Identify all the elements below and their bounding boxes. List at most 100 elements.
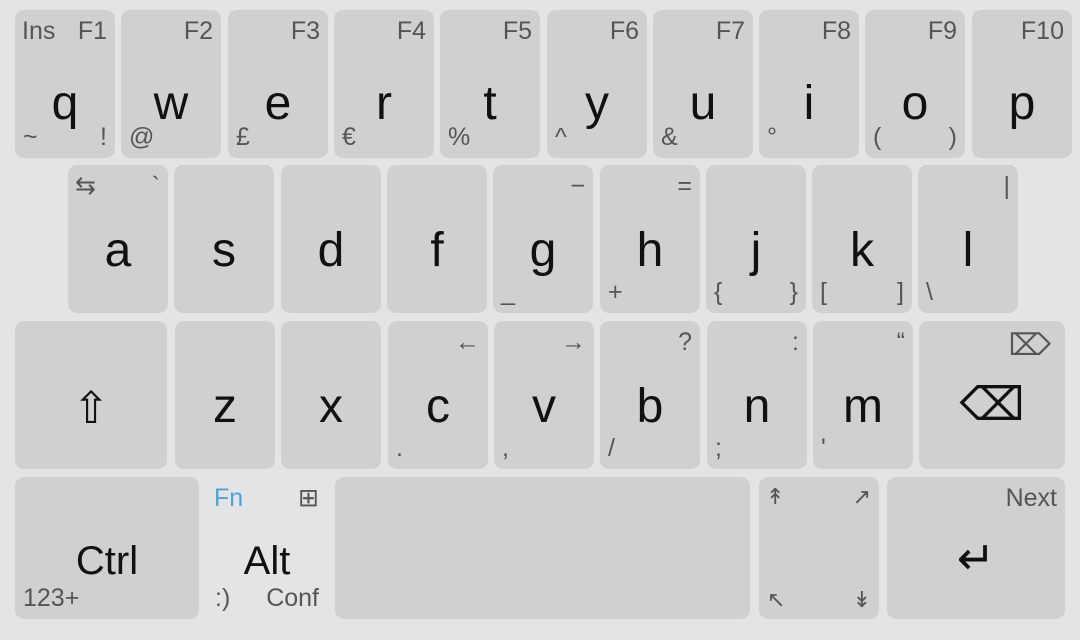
key-e-label: e [264, 77, 292, 130]
alt-key-top-right-label: ⊞ [298, 484, 319, 512]
navigation-key-top-right-label: ↗ [852, 484, 871, 509]
key-q-top-left-label: Ins [22, 17, 56, 45]
backspace-icon: ⌫ [959, 378, 1025, 430]
shift-key[interactable]: ⇧ [15, 321, 167, 469]
alt-key[interactable]: Alt Fn ⊞:) Conf [207, 477, 327, 619]
key-d[interactable]: d [281, 165, 381, 313]
key-p-top-right-label: F10 [1020, 17, 1064, 45]
key-j-bottom-left-label: { [714, 278, 723, 306]
key-h-top-right-label: = [677, 172, 692, 200]
space-key[interactable] [335, 477, 750, 619]
key-v-label: v [532, 380, 556, 433]
key-a[interactable]: a ⇆ ` [68, 165, 168, 313]
key-q-bottom-right-label: ! [100, 123, 107, 151]
key-m-label: m [843, 380, 883, 433]
key-r-top-right-label: F4 [396, 17, 426, 45]
key-w[interactable]: w F2 @ [121, 10, 221, 158]
key-a-label: a [104, 224, 132, 277]
key-s-label: s [212, 224, 236, 277]
key-f[interactable]: f [387, 165, 487, 313]
key-r[interactable]: r F4 € [334, 10, 434, 158]
key-e-top-right-label: F3 [290, 17, 320, 45]
key-r-bottom-left-label: € [342, 123, 356, 151]
key-n-bottom-left-label: ; [715, 434, 722, 462]
ctrl-key[interactable]: Ctrl 123+ [15, 477, 199, 619]
key-x-label: x [319, 380, 343, 433]
key-q[interactable]: q Ins F1 ~! [15, 10, 115, 158]
alt-key-bottom-right-label: Conf [266, 584, 319, 612]
key-d-label: d [317, 224, 345, 277]
key-e[interactable]: e F3 £ [228, 10, 328, 158]
key-z-label: z [213, 380, 237, 433]
key-h-label: h [636, 224, 664, 277]
delete-forward-icon: ⌦ [1008, 329, 1051, 362]
navigation-key-top-left-label: ↟ [766, 484, 785, 509]
key-i[interactable]: i F8 ° [759, 10, 859, 158]
key-o-bottom-right-label: ) [948, 123, 957, 151]
shift-key-label: ⇧ [72, 384, 110, 433]
key-q-bottom-left-label: ~ [23, 123, 38, 151]
key-j-bottom-right-label: } [789, 278, 798, 306]
navigation-key-bottom-left-label: ↖ [767, 587, 786, 612]
backspace-key[interactable]: ⌦ ⌫ [919, 321, 1065, 469]
ctrl-key-label: Ctrl [75, 539, 139, 583]
key-w-top-right-label: F2 [183, 17, 213, 45]
key-b-bottom-left-label: / [608, 434, 615, 462]
key-m-top-right-label: “ [896, 328, 905, 356]
key-a-top-left-label: ⇆ [75, 172, 96, 200]
key-g-label: g [529, 224, 557, 277]
navigation-key-bottom-right-label: ↡ [852, 587, 871, 612]
key-b-top-right-label: ? [678, 328, 692, 356]
key-p[interactable]: p F10 [972, 10, 1072, 158]
key-j-label: j [750, 224, 762, 277]
key-b-label: b [636, 380, 664, 433]
navigation-key[interactable]: ↟ ↗ ↖ ↡ [759, 477, 879, 619]
key-m[interactable]: m “ ' [813, 321, 913, 469]
key-c[interactable]: c ←. [388, 321, 488, 469]
key-f-label: f [430, 224, 444, 277]
key-n-label: n [743, 380, 771, 433]
key-o-label: o [901, 77, 929, 130]
alt-key-bottom-left-label: :) [215, 584, 231, 612]
key-z[interactable]: z [175, 321, 275, 469]
key-l-top-right-label: | [1003, 172, 1011, 200]
enter-key[interactable]: ↵ Next [887, 477, 1065, 619]
key-s[interactable]: s [174, 165, 274, 313]
key-c-bottom-left-label: . [396, 434, 403, 462]
key-j[interactable]: j {} [706, 165, 806, 313]
key-b[interactable]: b? / [600, 321, 700, 469]
key-t-top-right-label: F5 [502, 17, 532, 45]
alt-key-label: Alt [243, 539, 291, 583]
key-t[interactable]: t F5% [440, 10, 540, 158]
key-n[interactable]: n:; [707, 321, 807, 469]
key-u-bottom-left-label: & [661, 123, 678, 151]
key-m-bottom-left-label: ' [821, 434, 826, 462]
key-r-label: r [376, 77, 392, 130]
key-k[interactable]: k [] [812, 165, 912, 313]
key-l[interactable]: l | \ [918, 165, 1018, 313]
key-a-top-right-label: ` [151, 172, 160, 200]
key-q-top-right-label: F1 [77, 17, 107, 45]
key-p-label: p [1008, 77, 1036, 130]
key-x[interactable]: x [281, 321, 381, 469]
key-q-label: q [51, 77, 79, 130]
key-i-bottom-left-label: ° [767, 123, 777, 151]
key-h[interactable]: h = + [600, 165, 700, 313]
key-o[interactable]: o F9 () [865, 10, 965, 158]
key-n-top-right-label: : [792, 328, 799, 356]
alt-key-top-left-label: Fn [214, 484, 244, 512]
key-l-bottom-left-label: \ [926, 278, 933, 306]
key-g[interactable]: g − _ [493, 165, 593, 313]
key-w-label: w [153, 77, 189, 130]
key-g-bottom-left-label: _ [501, 278, 515, 306]
key-u-top-right-label: F7 [715, 17, 745, 45]
enter-icon: ↵ [956, 532, 996, 584]
key-k-bottom-right-label: ] [897, 278, 904, 306]
ctrl-key-bottom-left-label: 123+ [23, 584, 80, 612]
key-y[interactable]: y F6 ^ [547, 10, 647, 158]
key-v[interactable]: v →, [494, 321, 594, 469]
key-e-bottom-left-label: £ [236, 123, 250, 151]
enter-key-top-right-label: Next [1005, 484, 1057, 512]
key-u[interactable]: u F7 & [653, 10, 753, 158]
key-i-top-right-label: F8 [821, 17, 851, 45]
